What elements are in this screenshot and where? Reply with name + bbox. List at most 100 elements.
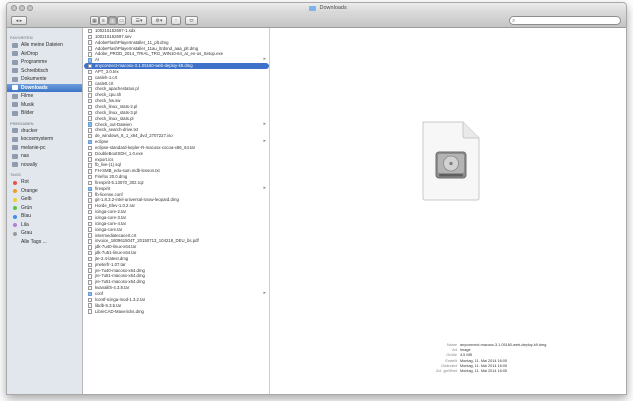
document-icon [88,145,92,151]
sidebar-item-label: Gelb [21,196,32,202]
sidebar-item-label: Musik [21,101,35,108]
tag-color-dot [13,231,17,236]
document-icon [88,274,92,279]
file-name: FH-SMB_edu-sum.mdb-lesson.txt [95,168,160,174]
info-value: Montag, 11. Mai 2014 16:05 [460,358,508,363]
sidebar-item-alle-meine-dateien[interactable]: Alle meine Dateien [7,41,82,50]
view-icons-button[interactable]: ▦ [90,16,99,25]
tags-button[interactable]: ⬭ [185,16,198,25]
file-name: git-1.8.3.2-intel-universal-snow-leopard… [95,197,179,203]
sidebar-item-musik[interactable]: Musik [7,101,82,110]
file-name: icinga-core-2.tar [95,209,127,215]
sidebar-item-label: Grün [21,204,33,211]
document-icon [88,40,92,45]
applications-icon [12,59,18,65]
sidebar-item-ncwally[interactable]: ncwally [7,161,82,170]
finder-window: Downloads ◂ ▸ ▦ ≡ ▥ ▭ ☰▾ ⚙▾ ↑ ⬭ ⌕ FAVORI… [6,2,627,395]
arrange-button[interactable]: ☰▾ [131,16,147,25]
document-icon [88,174,92,180]
folder-icon [88,139,92,145]
file-name: check_linux_stats-3.pl [95,109,138,115]
file-name: check_linux_stats-2.pl [95,103,138,109]
sidebar-item-bilder[interactable]: Bilder [7,109,82,118]
sidebar-item-schreibtisch[interactable]: Schreibtisch [7,67,82,76]
sidebar-item-grau[interactable]: Grau [7,229,82,238]
sidebar-item-alle-tags[interactable]: Alle Tags ... [7,238,82,247]
disk-image-icon [422,121,480,201]
sidebar-item-gelb[interactable]: Gelb [7,195,82,204]
sidebar-item-rot[interactable]: Rot [7,178,82,187]
search-input[interactable]: ⌕ [509,16,621,25]
file-column[interactable]: 100215152697-1.sdx 100215152697.sev AdobeF… [84,28,270,394]
document-icon [88,81,92,86]
document-icon [88,233,92,238]
zoom-button[interactable] [27,5,33,11]
sidebar-item-nas[interactable]: nas [7,152,82,161]
file-info: Name anyconnect-macosx-3.1.05160-web-depl… [414,343,546,374]
view-columns-button[interactable]: ▥ [108,16,117,25]
sidebar-item-blau[interactable]: Blau [7,212,82,221]
server-icon [12,153,18,159]
document-icon [88,215,92,221]
sidebar-item-lila[interactable]: Lila [7,221,82,230]
share-button[interactable]: ↑ [171,16,181,25]
file-name: eclipse [95,139,109,145]
file-name: de_windows_8_1_x64_dvd_2707227.iso [95,133,173,139]
close-button[interactable] [11,5,17,11]
file-name: jre-7u51-macosx-x64.dmg [95,273,145,279]
sidebar-item-dokumente[interactable]: Dokumente [7,75,82,84]
sidebar-item-drucker[interactable]: drucker [7,127,82,136]
server-icon [12,136,18,142]
sidebar-item-airdrop[interactable]: AirDrop [7,50,82,59]
document-icon [88,110,92,116]
server-icon [12,162,18,167]
file-name: 100215152697-1.sdx [95,28,136,33]
file-name: AdobeFlashPlayerInstaller_11_plt.dmg [95,39,169,45]
info-value: Montag, 11. Mai 2014 16:05 [460,369,508,374]
document-icon [88,75,92,81]
file-name: lcontf-Icinga-mod-1.3.2.tar [95,296,146,302]
preview-pane: Name anyconnect-macosx-3.1.05160-web-depl… [271,28,626,394]
sidebar-item-downloads[interactable]: Downloads [7,83,82,92]
file-name: DoubleBootSDH_1.0.exe [95,150,144,156]
tag-color-dot [13,223,17,227]
sidebar: FAVORITEN Alle meine Dateien AirDrop Progr… [7,28,83,394]
sidebar-item-label: Bilder [21,110,34,116]
minimize-button[interactable] [19,5,25,11]
action-button[interactable]: ⚙▾ [151,16,167,25]
sidebar-item-melanie-pc[interactable]: melanie-pc [7,144,82,153]
sidebar-item-orange[interactable]: Orange [7,187,82,196]
sidebar-item-filme[interactable]: Filme [7,92,82,101]
sidebar-item-label: Alle Tags ... [21,238,47,245]
document-icon [88,198,92,203]
sidebar-item-programme[interactable]: Programme [7,58,82,67]
document-icon [88,285,92,291]
info-row-zul-ge-ffnet: Zul. geöffnet Montag, 11. Mai 2014 16:05 [414,369,546,374]
file-name: firespirit [95,185,111,191]
file-name: LibreCAD-Mavericks.dmg [95,308,144,314]
title-bar[interactable]: Downloads [7,3,626,13]
document-icon [88,69,92,75]
sidebar-section-tags: TAGS [10,172,21,177]
tag-color-dot [13,180,17,185]
document-icon [88,157,92,162]
document-icon [88,34,92,40]
document-icon [88,128,92,133]
view-coverflow-button[interactable]: ▭ [117,16,126,25]
file-name: libdb-5.3.5.tar [95,302,122,308]
back-forward-button[interactable]: ◂ ▸ [11,16,27,25]
tag-color-dot [13,189,17,193]
file-name: Firefox 20.0.dmg [95,174,128,180]
sidebar-item-label: Filme [21,93,34,99]
folder-icon [88,122,92,127]
view-list-button[interactable]: ≡ [99,16,108,25]
favorites-list: Alle meine Dateien AirDrop Programme Schrei… [7,41,82,118]
sidebar-item-gr-n[interactable]: Grün [7,204,82,213]
file-row[interactable]: LibreCAD-Mavericks.dmg [84,309,269,315]
document-icon [88,93,92,98]
document-icon [88,297,92,303]
sidebar-item-kocosmysterm[interactable]: kocosmysterm [7,135,82,144]
sidebar-section-shared: FREIGABEN [10,120,34,126]
file-name: check_apachestatus.pl [95,86,139,92]
shared-list: drucker kocosmysterm melanie-pc nas ncwally [7,127,82,170]
